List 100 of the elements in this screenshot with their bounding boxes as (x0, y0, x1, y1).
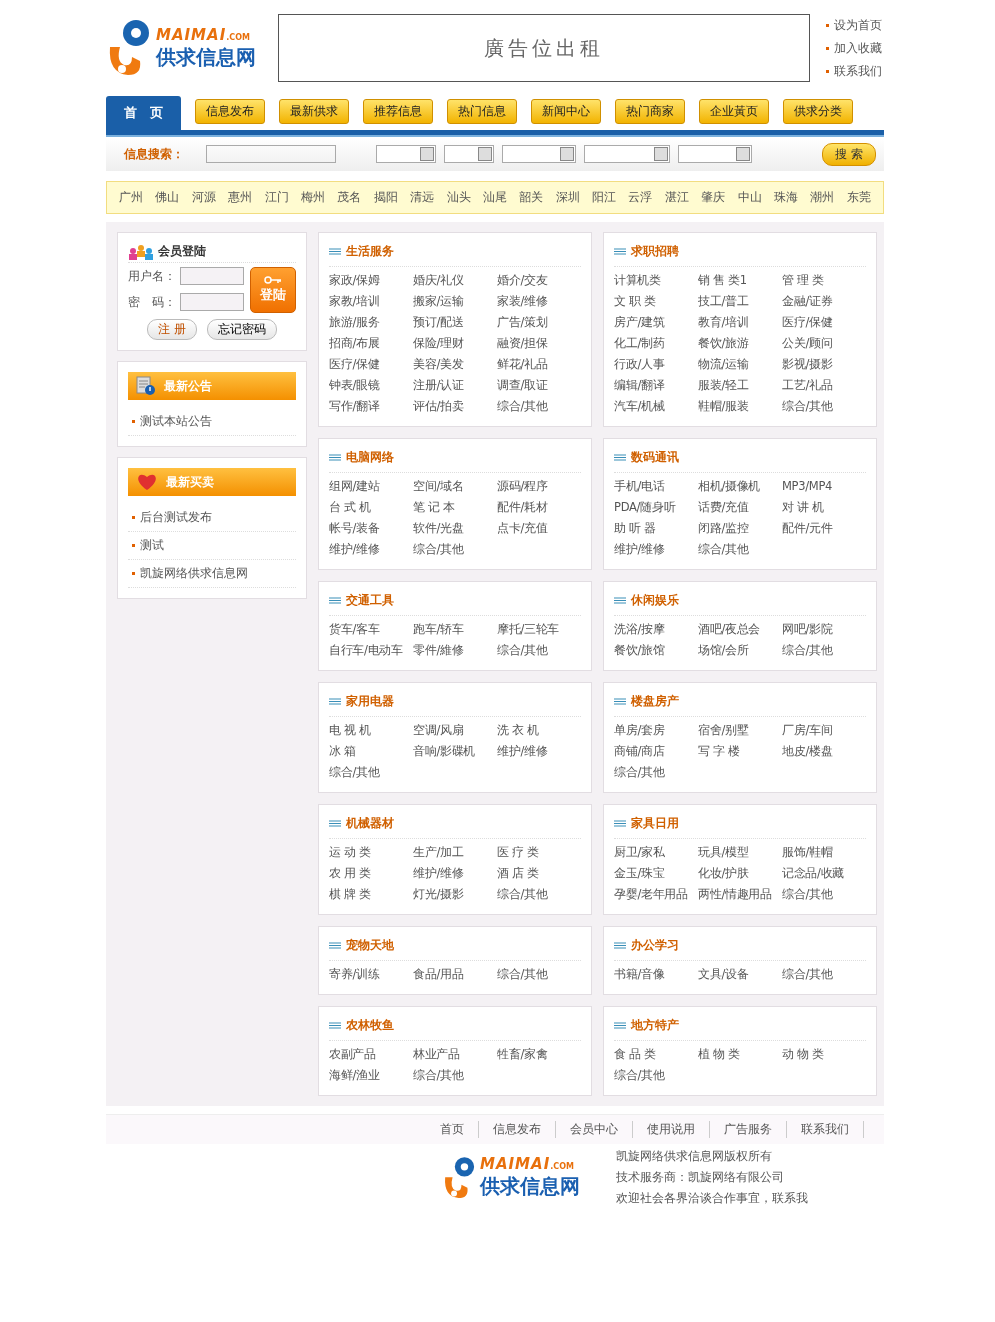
subcategory-link[interactable]: 酒吧/夜总会 (698, 622, 782, 637)
dropdown[interactable] (444, 145, 494, 163)
top-link[interactable]: 设为首页 (826, 16, 882, 34)
footer-link[interactable]: 会员中心 (556, 1121, 633, 1138)
top-link[interactable]: 联系我们 (826, 62, 882, 80)
subcategory-link[interactable]: 综合/其他 (497, 967, 581, 982)
subcategory-link[interactable]: 招商/布展 (329, 336, 413, 351)
footer-link[interactable]: 联系我们 (787, 1121, 864, 1138)
nav-tab[interactable]: 推荐信息 (363, 99, 433, 124)
subcategory-link[interactable]: 家政/保姆 (329, 273, 413, 288)
subcategory-link[interactable]: 摩托/三轮车 (497, 622, 581, 637)
subcategory-link[interactable]: 综合/其他 (782, 643, 866, 658)
subcategory-link[interactable]: 软件/光盘 (413, 521, 497, 536)
city-link[interactable]: 广州 (119, 189, 143, 206)
subcategory-link[interactable]: 工艺/礼品 (782, 378, 866, 393)
subcategory-link[interactable]: 调查/取证 (497, 378, 581, 393)
subcategory-link[interactable]: 物流/运输 (698, 357, 782, 372)
register-button[interactable]: 注 册 (147, 319, 197, 340)
subcategory-link[interactable]: 综合/其他 (497, 887, 581, 902)
nav-tab[interactable]: 新闻中心 (531, 99, 601, 124)
city-link[interactable]: 深圳 (555, 189, 580, 206)
subcategory-link[interactable]: 预订/配送 (413, 315, 497, 330)
subcategory-link[interactable]: MP3/MP4 (782, 479, 866, 494)
subcategory-link[interactable]: 广告/策划 (497, 315, 581, 330)
subcategory-link[interactable]: 房产/建筑 (614, 315, 698, 330)
category-title[interactable]: 家具日用 (631, 815, 679, 832)
subcategory-link[interactable]: 化妆/护肤 (698, 866, 782, 881)
subcategory-link[interactable]: 闭路/监控 (698, 521, 782, 536)
category-title[interactable]: 机械器材 (346, 815, 394, 832)
subcategory-link[interactable]: 餐饮/旅游 (698, 336, 782, 351)
subcategory-link[interactable]: 写 字 楼 (698, 744, 782, 759)
city-link[interactable]: 潮州 (810, 189, 835, 206)
trade-link[interactable]: 凯旋网络供求信息网 (128, 560, 296, 588)
category-title[interactable]: 宠物天地 (346, 937, 394, 954)
city-link[interactable]: 惠州 (228, 189, 253, 206)
subcategory-link[interactable]: 空调/风扇 (413, 723, 497, 738)
subcategory-link[interactable]: 运 动 类 (329, 845, 413, 860)
subcategory-link[interactable]: 写作/翻译 (329, 399, 413, 414)
category-title[interactable]: 家用电器 (346, 693, 394, 710)
subcategory-link[interactable]: 台 式 机 (329, 500, 413, 515)
subcategory-link[interactable]: 综合/其他 (329, 765, 413, 780)
subcategory-link[interactable]: 管 理 类 (782, 273, 866, 288)
subcategory-link[interactable]: 自行车/电动车 (329, 643, 413, 658)
subcategory-link[interactable]: 配件/元件 (782, 521, 866, 536)
subcategory-link[interactable]: 食 品 类 (614, 1047, 698, 1062)
subcategory-link[interactable]: 技工/普工 (698, 294, 782, 309)
category-title[interactable]: 生活服务 (346, 243, 394, 260)
trade-link[interactable]: 后台测试发布 (128, 504, 296, 532)
password-field[interactable] (180, 293, 244, 311)
subcategory-link[interactable]: 农副产品 (329, 1047, 413, 1062)
top-link[interactable]: 加入收藏 (826, 39, 882, 57)
search-field[interactable] (206, 145, 336, 163)
subcategory-link[interactable]: 冰 箱 (329, 744, 413, 759)
nav-tab[interactable]: 首 页 (106, 96, 181, 130)
subcategory-link[interactable]: 文 职 类 (614, 294, 698, 309)
subcategory-link[interactable]: 组网/建站 (329, 479, 413, 494)
subcategory-link[interactable]: 助 听 器 (614, 521, 698, 536)
subcategory-link[interactable]: 记念品/收藏 (782, 866, 866, 881)
nav-tab[interactable]: 信息发布 (195, 99, 265, 124)
subcategory-link[interactable]: 医疗/保健 (329, 357, 413, 372)
subcategory-link[interactable]: 跑车/轿车 (413, 622, 497, 637)
city-link[interactable]: 中山 (737, 189, 762, 206)
subcategory-link[interactable]: 综合/其他 (413, 542, 497, 557)
city-link[interactable]: 佛山 (155, 189, 180, 206)
subcategory-link[interactable]: 金玉/珠宝 (614, 866, 698, 881)
subcategory-link[interactable]: 零件/維修 (413, 643, 497, 658)
subcategory-link[interactable]: 孕婴/老年用品 (614, 887, 698, 902)
footer-link[interactable]: 首页 (426, 1121, 479, 1138)
subcategory-link[interactable]: 家装/维修 (497, 294, 581, 309)
subcategory-link[interactable]: 寄养/训练 (329, 967, 413, 982)
subcategory-link[interactable]: 配件/耗材 (497, 500, 581, 515)
subcategory-link[interactable]: 酒 店 类 (497, 866, 581, 881)
city-link[interactable]: 汕头 (446, 189, 471, 206)
search-button[interactable]: 搜 索 (822, 142, 876, 166)
nav-tab[interactable]: 企业黃页 (699, 99, 769, 124)
subcategory-link[interactable]: 注册/认证 (413, 378, 497, 393)
city-link[interactable]: 珠海 (774, 189, 799, 206)
subcategory-link[interactable]: 两性/情趣用品 (698, 887, 782, 902)
subcategory-link[interactable]: 宿舍/别墅 (698, 723, 782, 738)
subcategory-link[interactable]: 婚介/交友 (497, 273, 581, 288)
city-link[interactable]: 韶关 (519, 189, 544, 206)
subcategory-link[interactable]: 海鲜/渔业 (329, 1068, 413, 1083)
subcategory-link[interactable]: 维护/维修 (497, 744, 581, 759)
city-link[interactable]: 清远 (410, 189, 435, 206)
subcategory-link[interactable]: 家教/培训 (329, 294, 413, 309)
city-link[interactable]: 肇庆 (701, 189, 726, 206)
footer-link[interactable]: 广告服务 (710, 1121, 787, 1138)
footer-link[interactable]: 信息发布 (479, 1121, 556, 1138)
dropdown[interactable] (584, 145, 670, 163)
subcategory-link[interactable]: 牲畜/家禽 (497, 1047, 581, 1062)
subcategory-link[interactable]: 汽车/机械 (614, 399, 698, 414)
subcategory-link[interactable]: 洗 衣 机 (497, 723, 581, 738)
subcategory-link[interactable]: 钟表/眼镜 (329, 378, 413, 393)
subcategory-link[interactable]: 帐号/装备 (329, 521, 413, 536)
subcategory-link[interactable]: 综合/其他 (782, 399, 866, 414)
subcategory-link[interactable]: 维护/维修 (614, 542, 698, 557)
subcategory-link[interactable]: 服饰/鞋帽 (782, 845, 866, 860)
category-title[interactable]: 求职招聘 (631, 243, 679, 260)
city-link[interactable]: 梅州 (300, 189, 325, 206)
subcategory-link[interactable]: 综合/其他 (782, 967, 866, 982)
